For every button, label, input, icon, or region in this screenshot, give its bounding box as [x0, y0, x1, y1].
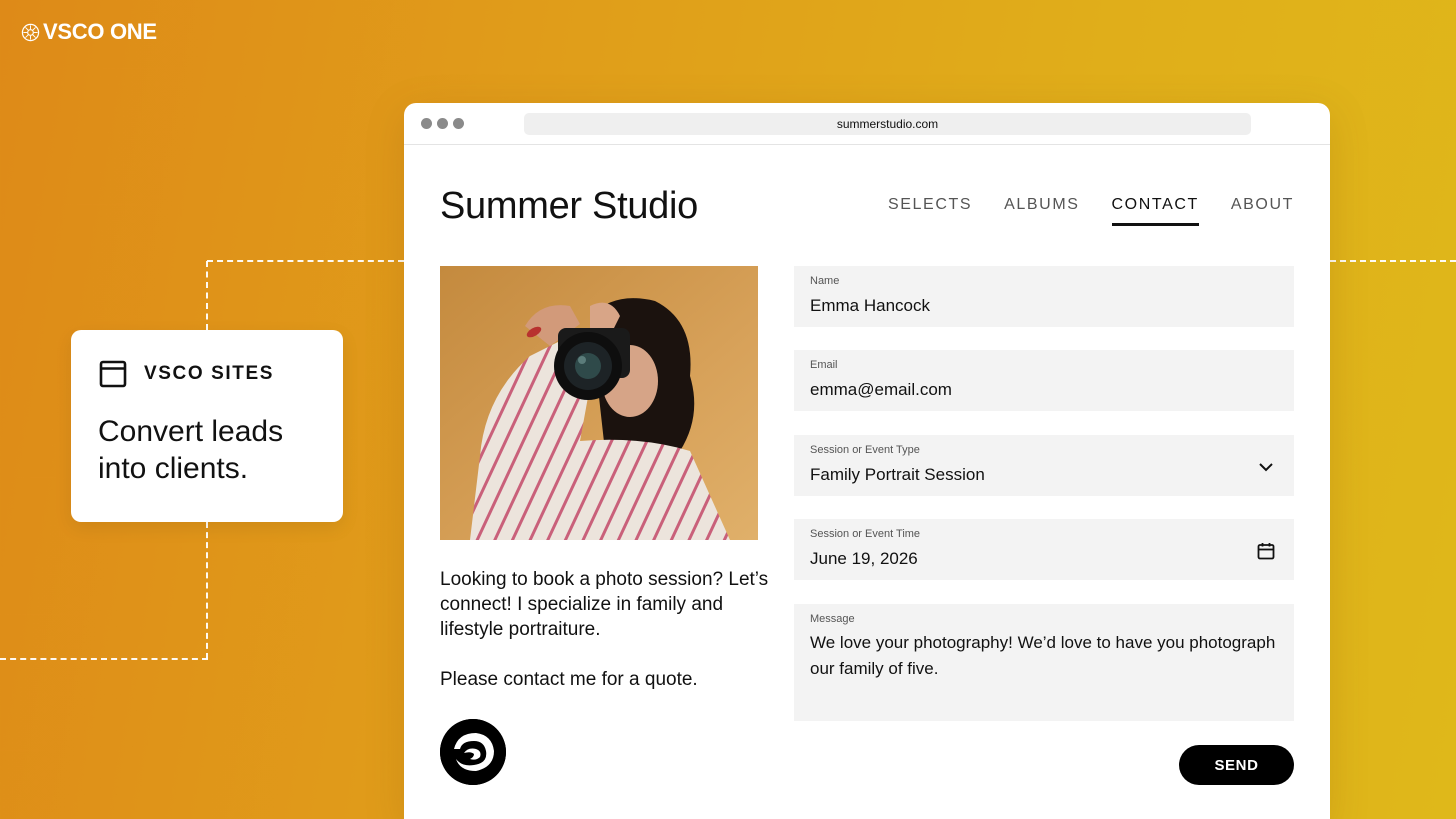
- name-value[interactable]: Emma Hancock: [810, 296, 1278, 316]
- vsco-sites-card: VSCO SITES Convert leads into clients.: [71, 330, 343, 522]
- studio-logo-icon: [440, 719, 506, 785]
- feature-title: VSCO SITES: [144, 363, 275, 384]
- nav-contact[interactable]: CONTACT: [1111, 196, 1200, 226]
- session-type-label: Session or Event Type: [810, 444, 920, 456]
- name-field[interactable]: Name Emma Hancock: [794, 266, 1294, 327]
- message-field[interactable]: Message We love your photography! We’d l…: [794, 604, 1294, 721]
- sun-logo-icon: [21, 23, 40, 41]
- email-field[interactable]: Email emma@email.com: [794, 350, 1294, 411]
- browser-window: summerstudio.com Summer Studio SELECTS A…: [404, 103, 1330, 819]
- nav-albums[interactable]: ALBUMS: [1004, 196, 1079, 226]
- window-dot-minimize[interactable]: [437, 118, 448, 129]
- address-bar[interactable]: summerstudio.com: [524, 113, 1251, 135]
- window-dot-maximize[interactable]: [453, 118, 464, 129]
- studio-bio: Looking to book a photo session? Let’s c…: [440, 567, 770, 692]
- calendar-icon[interactable]: [1256, 541, 1276, 561]
- name-label: Name: [810, 275, 840, 287]
- connector-line-bottom: [0, 658, 208, 660]
- session-time-value[interactable]: June 19, 2026: [810, 549, 1278, 569]
- email-label: Email: [810, 359, 838, 371]
- connector-line-lower-vertical: [206, 522, 208, 659]
- message-label: Message: [810, 613, 855, 625]
- nav-about[interactable]: ABOUT: [1231, 196, 1294, 226]
- bio-paragraph-2: Please contact me for a quote.: [440, 669, 698, 690]
- browser-toolbar: summerstudio.com: [404, 103, 1330, 145]
- send-button[interactable]: SEND: [1179, 745, 1294, 785]
- nav-selects[interactable]: SELECTS: [888, 196, 972, 226]
- session-type-select[interactable]: Session or Event Type Family Portrait Se…: [794, 435, 1294, 496]
- site-nav: SELECTS ALBUMS CONTACT ABOUT: [888, 196, 1294, 226]
- session-type-value[interactable]: Family Portrait Session: [810, 465, 1278, 485]
- session-time-label: Session or Event Time: [810, 528, 921, 540]
- window-controls: [421, 118, 464, 129]
- session-time-field[interactable]: Session or Event Time June 19, 2026: [794, 519, 1294, 580]
- connector-line-upper-vertical: [206, 261, 208, 330]
- vsco-one-logo: VSCO ONE: [21, 19, 157, 45]
- window-dot-close[interactable]: [421, 118, 432, 129]
- photographer-portrait-image: [440, 266, 758, 540]
- browser-window-icon: [99, 360, 127, 388]
- message-value[interactable]: We love your photography! We’d love to h…: [810, 630, 1280, 682]
- site-title: Summer Studio: [440, 185, 698, 227]
- bio-paragraph-1: Looking to book a photo session? Let’s c…: [440, 569, 769, 640]
- connector-line-top: [207, 260, 404, 262]
- brand-name: VSCO ONE: [43, 19, 157, 44]
- email-value[interactable]: emma@email.com: [810, 380, 1278, 400]
- connector-line-right: [1330, 260, 1456, 262]
- chevron-down-icon[interactable]: [1256, 457, 1276, 477]
- feature-description: Convert leads into clients.: [98, 415, 284, 485]
